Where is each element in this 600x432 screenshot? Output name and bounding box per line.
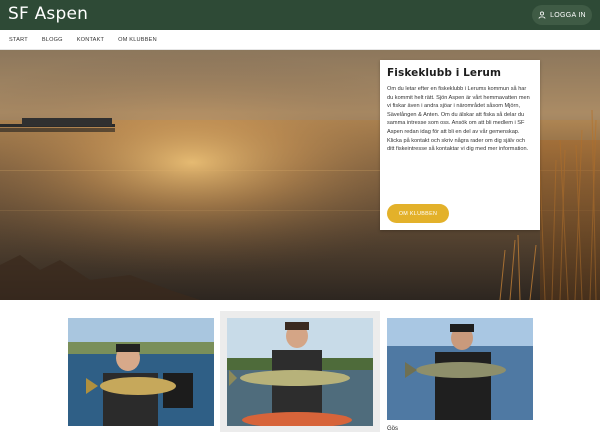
angler-pike-image <box>227 318 373 426</box>
site-title[interactable]: SF Aspen <box>8 4 88 24</box>
photo-caption-3: Gös <box>387 426 399 432</box>
angler-zander-image <box>387 318 533 420</box>
main-nav: START BLOGG KONTAKT OM KLUBBEN <box>0 30 600 50</box>
hero-image: Fiskeklubb i Lerum Om du letar efter en … <box>0 50 600 300</box>
nav-item-kontakt[interactable]: KONTAKT <box>77 37 104 43</box>
nav-item-blogg[interactable]: BLOGG <box>42 37 63 43</box>
fish-photo-1[interactable] <box>68 318 214 426</box>
fish-photo-2[interactable] <box>227 318 373 426</box>
angler-perch-image <box>68 318 214 426</box>
hero-title: Fiskeklubb i Lerum <box>387 67 502 79</box>
fish-photo-3[interactable] <box>387 318 533 420</box>
top-bar: SF Aspen LOGGA IN <box>0 0 600 30</box>
om-klubben-button[interactable]: OM KLUBBEN <box>387 204 449 223</box>
login-label: LOGGA IN <box>550 11 586 19</box>
nav-item-start[interactable]: START <box>9 37 28 43</box>
user-icon <box>538 11 546 19</box>
intro-card: Fiskeklubb i Lerum Om du letar efter en … <box>380 60 540 230</box>
login-button[interactable]: LOGGA IN <box>532 5 592 25</box>
nav-item-om-klubben[interactable]: OM KLUBBEN <box>118 37 157 43</box>
hero-body: Om du letar efter en fiskeklubb i Lerums… <box>387 86 530 153</box>
